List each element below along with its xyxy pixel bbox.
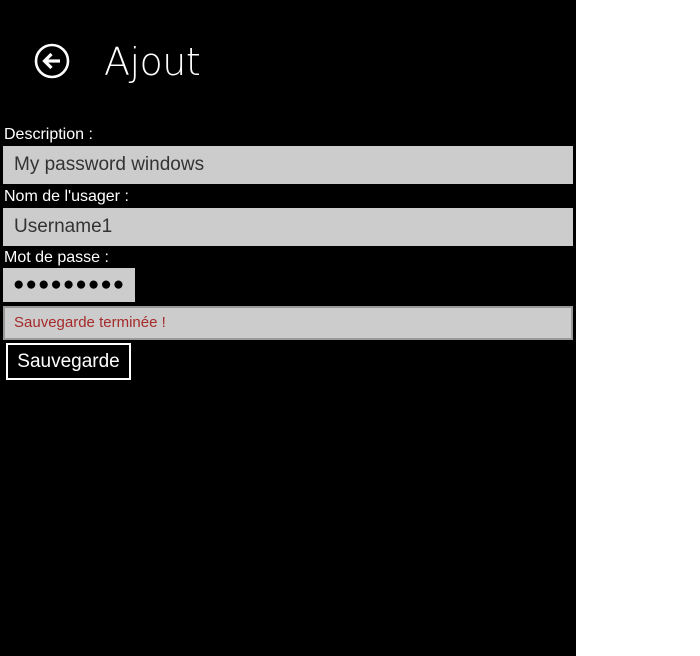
back-button[interactable] xyxy=(34,43,70,79)
description-field[interactable] xyxy=(3,146,573,184)
page-title: Ajout xyxy=(104,40,201,84)
description-label: Description : xyxy=(4,126,93,143)
password-label: Mot de passe : xyxy=(4,249,109,266)
status-message: Sauvegarde terminée ! xyxy=(3,306,573,340)
back-arrow-circle-icon xyxy=(34,43,70,79)
username-field[interactable] xyxy=(3,208,573,246)
password-field[interactable] xyxy=(3,268,135,302)
username-label: Nom de l'usager : xyxy=(4,188,129,205)
app-window: Ajout Description : Nom de l'usager : Mo… xyxy=(0,0,576,656)
save-button[interactable]: Sauvegarde xyxy=(6,343,131,380)
